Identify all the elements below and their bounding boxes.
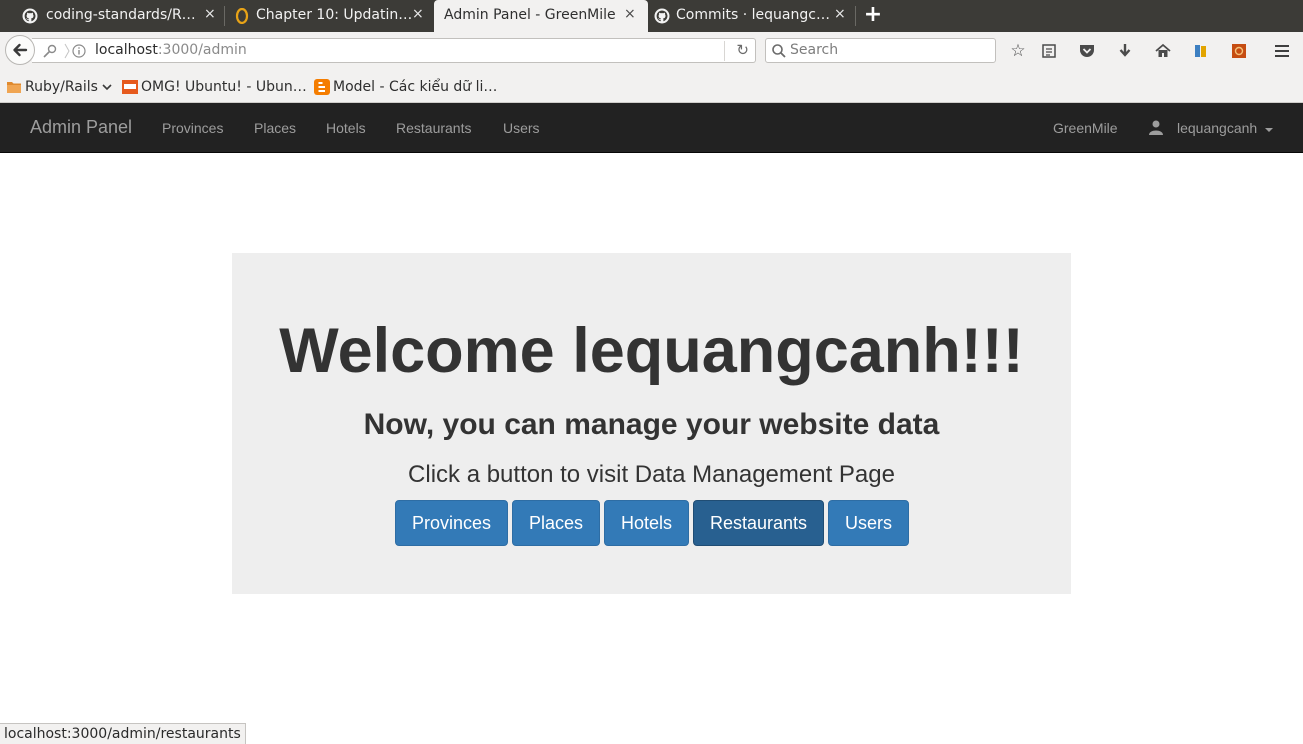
- bookmark-omg-ubuntu[interactable]: OMG! Ubuntu! - Ubun…: [122, 78, 307, 96]
- url-path: :3000/admin: [157, 42, 247, 58]
- status-bar-link-preview: localhost:3000/admin/restaurants: [0, 723, 246, 744]
- tab-title: coding-standards/R…: [46, 7, 196, 23]
- nav-link-users[interactable]: Users: [503, 120, 540, 136]
- tab-separator: [855, 6, 856, 26]
- welcome-subtitle: Now, you can manage your website data: [363, 408, 940, 441]
- caret-down-icon: [1265, 128, 1273, 132]
- reading-list-icon[interactable]: [1039, 41, 1059, 61]
- user-dropdown-toggle[interactable]: lequangcanh: [1177, 120, 1257, 136]
- close-tab-icon[interactable]: ×: [204, 6, 216, 22]
- browser-toolbar: localhost:3000/admin ↻ Search ☆: [0, 32, 1303, 70]
- folder-icon: [7, 82, 21, 93]
- search-icon: [772, 44, 786, 58]
- blogger-icon: [314, 79, 330, 95]
- tab-title: Commits · lequangc…: [676, 7, 830, 23]
- url-bar[interactable]: localhost:3000/admin ↻: [32, 38, 756, 63]
- tab-chapter-10[interactable]: Chapter 10: Updatin… ×: [224, 0, 434, 32]
- search-placeholder: Search: [790, 42, 839, 58]
- tab-title: Chapter 10: Updatin…: [256, 7, 413, 23]
- bookmark-star-icon[interactable]: ☆: [1008, 41, 1028, 61]
- tab-coding-standards[interactable]: coding-standards/R… ×: [0, 0, 222, 32]
- close-tab-icon[interactable]: ×: [624, 6, 636, 22]
- tab-commits[interactable]: Commits · lequangc… ×: [648, 0, 854, 32]
- hotels-button[interactable]: Hotels: [604, 500, 689, 546]
- browser-tab-strip: coding-standards/R… × Chapter 10: Updati…: [0, 0, 1303, 32]
- menu-icon[interactable]: [1272, 41, 1292, 61]
- bookmark-folder-ruby-rails[interactable]: Ruby/Rails: [6, 78, 113, 96]
- places-button[interactable]: Places: [512, 500, 600, 546]
- back-arrow-icon: [13, 43, 28, 57]
- nav-link-places[interactable]: Places: [254, 120, 296, 136]
- chevron-down-icon: [102, 84, 112, 91]
- ubuntu-extension-icon[interactable]: [1229, 41, 1249, 61]
- url-divider: [724, 41, 725, 61]
- key-info-icon: [43, 43, 86, 59]
- users-button[interactable]: Users: [828, 500, 909, 546]
- github-icon: [654, 8, 670, 24]
- url-text[interactable]: localhost:3000/admin: [95, 42, 247, 58]
- navbar-brand[interactable]: Admin Panel: [30, 117, 132, 138]
- nav-link-restaurants[interactable]: Restaurants: [396, 120, 471, 136]
- railstutorial-icon: [235, 8, 249, 24]
- bookmark-label: Ruby/Rails: [25, 79, 98, 95]
- provinces-button[interactable]: Provinces: [395, 500, 508, 546]
- bookmark-model[interactable]: Model - Các kiểu dữ li…: [314, 78, 497, 96]
- admin-navbar: Admin Panel Provinces Places Hotels Rest…: [0, 103, 1303, 153]
- nav-link-provinces[interactable]: Provinces: [162, 120, 223, 136]
- welcome-prompt: Click a button to visit Data Management …: [408, 461, 895, 488]
- nav-link-site-name[interactable]: GreenMile: [1053, 120, 1118, 136]
- user-icon: [1149, 120, 1163, 135]
- github-icon: [22, 8, 38, 24]
- tab-admin-panel[interactable]: Admin Panel - GreenMile ×: [434, 0, 648, 32]
- bookmark-label: Model - Các kiểu dữ li…: [333, 79, 498, 95]
- search-bar[interactable]: Search: [765, 38, 996, 63]
- url-host: localhost: [95, 42, 158, 58]
- site-identity-icons[interactable]: [38, 42, 88, 60]
- bookmarks-bar: Ruby/Rails OMG! Ubuntu! - Ubun… Model - …: [0, 70, 1303, 103]
- home-icon[interactable]: [1153, 41, 1173, 61]
- close-tab-icon[interactable]: ×: [412, 6, 424, 22]
- extension-icon[interactable]: [1191, 41, 1211, 61]
- nav-link-hotels[interactable]: Hotels: [326, 120, 366, 136]
- welcome-jumbotron: Welcome lequangcanh!!! Now, you can mana…: [232, 253, 1071, 594]
- omg-ubuntu-icon: [122, 80, 138, 94]
- restaurants-button[interactable]: Restaurants: [693, 500, 824, 546]
- close-tab-icon[interactable]: ×: [834, 6, 846, 22]
- welcome-title: Welcome lequangcanh!!!: [279, 316, 1024, 386]
- tab-title: Admin Panel - GreenMile: [444, 7, 616, 23]
- download-icon[interactable]: [1115, 41, 1135, 61]
- pocket-icon[interactable]: [1077, 41, 1097, 61]
- bookmark-label: OMG! Ubuntu! - Ubun…: [141, 79, 307, 95]
- new-tab-button[interactable]: +: [863, 3, 883, 27]
- back-button[interactable]: [5, 35, 35, 65]
- reload-icon[interactable]: ↻: [736, 41, 749, 59]
